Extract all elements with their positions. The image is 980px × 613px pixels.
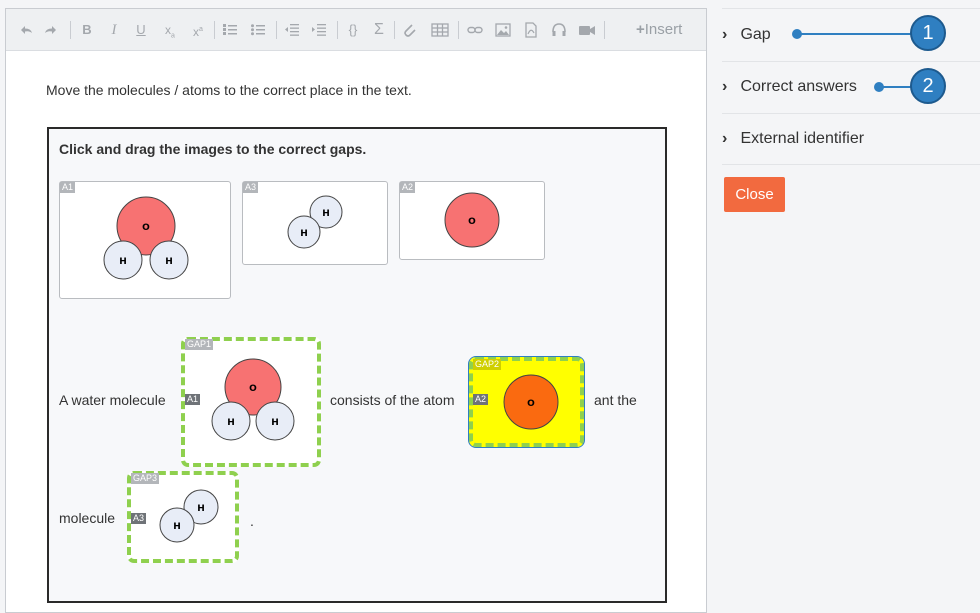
- atom-label: H: [173, 522, 181, 532]
- gap-1[interactable]: GAP1 A1 O H H: [181, 337, 321, 467]
- sidebar-item-label: Gap: [740, 26, 771, 43]
- callout-badge-1: 1: [910, 15, 946, 51]
- water-molecule-image: O H H: [96, 188, 196, 292]
- source-tag: A1: [60, 182, 76, 193]
- gap-tag: GAP1: [185, 339, 214, 350]
- question-title: Click and drag the images to the correct…: [59, 141, 367, 157]
- source-tag: A3: [243, 182, 259, 193]
- plus-icon: +: [636, 21, 645, 38]
- chevron-right-icon: ›: [722, 26, 728, 43]
- sidebar-item-gap[interactable]: › Gap: [722, 23, 771, 47]
- sidebar-item-external-identifier[interactable]: › External identifier: [722, 127, 864, 151]
- toolbar-separator: [276, 21, 277, 39]
- toolbar-separator: [394, 21, 395, 39]
- toolbar-separator: [458, 21, 459, 39]
- atom-label: H: [197, 504, 205, 514]
- gap-tag: GAP2: [473, 359, 502, 370]
- undo-icon[interactable]: [18, 20, 34, 40]
- subscript-icon[interactable]: xa: [161, 20, 179, 40]
- source-tag: A2: [400, 182, 416, 193]
- source-item-a2[interactable]: A2 O: [399, 181, 545, 260]
- sentence-text: molecule: [59, 510, 116, 526]
- attachment-icon[interactable]: [401, 20, 417, 40]
- table-icon[interactable]: [431, 20, 449, 40]
- sentence-text: consists of the atom: [330, 392, 455, 408]
- video-icon[interactable]: [578, 20, 596, 40]
- toolbar-separator: [214, 21, 215, 39]
- sidebar-divider: [722, 61, 980, 62]
- gap-3[interactable]: GAP3 A3 H H: [127, 471, 239, 563]
- gap-tag: GAP3: [131, 473, 160, 484]
- sidebar-item-label: External identifier: [740, 130, 865, 147]
- water-molecule-image: O H H: [211, 358, 295, 441]
- underline-icon[interactable]: U: [134, 20, 148, 40]
- source-item-a1[interactable]: A1 O H H: [59, 181, 231, 299]
- superscript-icon[interactable]: xa: [189, 20, 207, 40]
- sentence-text: A water molecule: [59, 392, 166, 408]
- source-item-a3[interactable]: A3 H H: [242, 181, 388, 265]
- close-button[interactable]: Close: [724, 177, 785, 212]
- pdf-icon[interactable]: [523, 20, 539, 40]
- atom-label: H: [271, 418, 279, 428]
- redo-icon[interactable]: [43, 20, 59, 40]
- indent-icon[interactable]: [311, 20, 327, 40]
- gap-answer-tag: A2: [473, 394, 489, 405]
- sidebar-item-label: Correct answers: [740, 78, 857, 95]
- code-icon[interactable]: {}: [345, 20, 361, 40]
- chevron-right-icon: ›: [722, 78, 728, 95]
- sentence-text: .: [250, 513, 254, 529]
- italic-icon[interactable]: I: [107, 20, 121, 40]
- sidebar-divider: [722, 164, 980, 165]
- atom-label: O: [249, 384, 257, 394]
- gap-answer-tag: A3: [131, 513, 147, 524]
- editor-panel: B I U xa xa {} Σ +Insert Move the molecu…: [5, 8, 707, 613]
- link-icon[interactable]: [467, 20, 483, 40]
- intro-text: Move the molecules / atoms to the correc…: [46, 82, 412, 98]
- atom-label: O: [468, 217, 476, 227]
- toolbar-separator: [70, 21, 71, 39]
- image-icon[interactable]: [495, 20, 511, 40]
- bold-icon[interactable]: B: [80, 20, 94, 40]
- toolbar-separator: [604, 21, 605, 39]
- atom-label: O: [142, 223, 150, 233]
- sentence-text: ant the: [594, 392, 637, 408]
- insert-button[interactable]: +Insert: [636, 20, 682, 40]
- atom-label: H: [119, 257, 127, 267]
- hydrogen-molecule-image: H H: [159, 489, 219, 543]
- atom-label: H: [227, 418, 235, 428]
- sidebar-divider: [722, 113, 980, 114]
- callout-line: [879, 86, 913, 88]
- atom-label: H: [322, 209, 330, 219]
- chevron-right-icon: ›: [722, 130, 728, 147]
- question-box: Click and drag the images to the correct…: [47, 127, 667, 603]
- hydrogen-molecule-image: H H: [278, 188, 353, 256]
- sidebar-divider: [722, 8, 980, 9]
- outdent-icon[interactable]: [284, 20, 300, 40]
- atom-label: H: [300, 229, 308, 239]
- callout-line: [797, 33, 913, 35]
- oxygen-atom-image: O: [503, 374, 559, 430]
- bullet-list-icon[interactable]: [250, 20, 266, 40]
- atom-label: O: [527, 399, 535, 409]
- toolbar-separator: [337, 21, 338, 39]
- atom-label: H: [165, 257, 173, 267]
- oxygen-atom-image: O: [434, 188, 510, 252]
- editor-toolbar: B I U xa xa {} Σ +Insert: [6, 9, 706, 51]
- gap-answer-tag: A1: [185, 394, 201, 405]
- sigma-icon[interactable]: Σ: [371, 20, 387, 40]
- sidebar-item-correct-answers[interactable]: › Correct answers: [722, 75, 857, 99]
- ordered-list-icon[interactable]: [222, 20, 238, 40]
- callout-badge-2: 2: [910, 68, 946, 104]
- audio-icon[interactable]: [551, 20, 567, 40]
- gap-2[interactable]: GAP2 A2 O: [468, 356, 585, 448]
